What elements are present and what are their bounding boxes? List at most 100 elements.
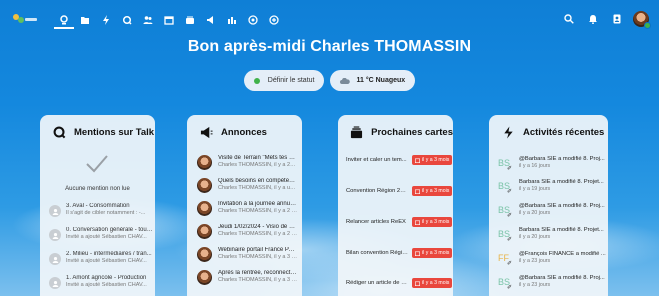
- author-avatar: [197, 178, 212, 193]
- search-icon[interactable]: [557, 11, 581, 27]
- item-subtitle: Invité a ajouté Sébastien CHAV...: [66, 258, 147, 264]
- announcement-item[interactable]: Invitation à la journée annuelle... Charl…: [197, 201, 300, 216]
- app-navigation: [54, 13, 285, 29]
- activity-time: il y a 20 jours: [519, 210, 551, 216]
- deck-icon[interactable]: [180, 13, 200, 27]
- item-subtitle: Charles THOMASSIN, il y a 23 j...: [218, 162, 298, 168]
- author-avatar: [197, 201, 212, 216]
- item-title: Jeudi 1/02/2024 - Visio de pris...: [218, 224, 298, 230]
- activity-time: il y a 23 jours: [519, 258, 551, 264]
- activity-text: @Barbara SIE a modifié 8. Proj...: [519, 156, 605, 162]
- talk-icon[interactable]: [117, 13, 137, 27]
- card-item[interactable]: Relancer articles ReEX il y a 3 mois: [346, 217, 453, 227]
- calendar-icon: [415, 189, 420, 194]
- contacts-icon[interactable]: [138, 13, 158, 27]
- author-avatar: [197, 247, 212, 262]
- notifications-icon[interactable]: [581, 11, 605, 27]
- megaphone-icon: [199, 125, 213, 139]
- set-status-label: Définir le statut: [267, 77, 315, 84]
- calendar-icon[interactable]: [159, 13, 179, 27]
- calendar-icon: [415, 281, 420, 286]
- activity-text: Barbara SIE a modifié 8. Projet...: [519, 179, 604, 185]
- due-label: il y a 3 mois: [422, 188, 450, 194]
- item-title: 1. Amont agricole - Production: [66, 275, 147, 281]
- item-title: Quels besoins en compétences...: [218, 178, 298, 184]
- talk-icon: [52, 125, 66, 139]
- status-bar: Définir le statut 11 °C Nuageux: [0, 70, 659, 91]
- item-subtitle: Charles THOMASSIN, il y a 2 m...: [218, 208, 298, 214]
- panel-title: Prochaines cartes: [371, 126, 453, 138]
- announcement-item[interactable]: Jeudi 1/02/2024 - Visio de pris... Charle…: [197, 224, 300, 239]
- greeting-title: Bon après-midi Charles THOMASSIN: [187, 38, 472, 55]
- user-avatar[interactable]: [633, 11, 651, 29]
- card-item[interactable]: Bilan convention Régio... il y a 3 mois: [346, 248, 453, 258]
- card-item[interactable]: Convention Région 2024 il y a 3 mois: [346, 186, 453, 196]
- header-right-menu: [557, 11, 651, 29]
- activity-item[interactable]: BS ✐ Barbara SIE a modifié 8. Projet... il…: [498, 179, 608, 195]
- contacts-menu-icon[interactable]: [605, 11, 629, 27]
- dashboard-icon[interactable]: [54, 13, 74, 29]
- deck-icon: [350, 125, 363, 139]
- activity-item[interactable]: BS ✐ @Barbara SIE a modifié 8. Proj... il …: [498, 203, 608, 219]
- panel-header: Activités récentes: [489, 115, 608, 149]
- calendar-icon: [415, 251, 420, 256]
- list-item[interactable]: 1. Amont agricole - Production Invité a a…: [49, 275, 153, 289]
- item-subtitle: Charles THOMASSIN, il y a 2 m...: [218, 231, 298, 237]
- activity-time: il y a 19 jours: [519, 186, 551, 192]
- weather-button[interactable]: 11 °C Nuageux: [330, 70, 416, 91]
- edit-icon: ✐: [507, 261, 513, 267]
- activity-item[interactable]: BS ✐ @Barbara SIE a modifié 8. Proj... il …: [498, 275, 608, 291]
- more-circle-icon[interactable]: [264, 13, 284, 27]
- files-icon[interactable]: [75, 13, 95, 27]
- edit-icon: ✐: [507, 285, 513, 291]
- item-title: Visite de Terrain "Mets tes bott...: [218, 155, 298, 161]
- author-avatar: [197, 224, 212, 239]
- circles-icon[interactable]: [243, 13, 263, 27]
- card-item[interactable]: Rédiger un article de p... il y a 3 mois: [346, 278, 453, 288]
- item-title: 3. Aval - Consommation: [66, 203, 130, 209]
- conversation-icon: [49, 277, 61, 289]
- item-subtitle: Invité a ajouté Sébastien CHAV...: [66, 282, 147, 288]
- card-item[interactable]: Inviter et caler un tem... il y a 3 mois: [346, 155, 453, 165]
- card-name: Convention Région 2024: [346, 188, 409, 194]
- announcement-item[interactable]: Après la rentrée, reconnecter a... Charle…: [197, 270, 300, 285]
- panel-title: Mentions sur Talk: [74, 126, 155, 138]
- online-status-dot: [644, 22, 651, 29]
- edit-icon: ✐: [507, 213, 513, 219]
- list-item[interactable]: 3. Aval - Consommation Il s'agit de cible…: [49, 203, 153, 217]
- list-item[interactable]: 2. Milieu - intermédiaires / tran... Invi…: [49, 251, 153, 265]
- card-name: Inviter et caler un tem...: [346, 157, 407, 163]
- announcement-item[interactable]: Visite de Terrain "Mets tes bott... Charl…: [197, 155, 300, 170]
- activity-item[interactable]: BS ✐ Barbara SIE a modifié 8. Projet... il…: [498, 227, 608, 243]
- announcements-icon[interactable]: [201, 13, 221, 27]
- announcement-item[interactable]: Quels besoins en compétences... Charles T…: [197, 178, 300, 193]
- set-status-button[interactable]: Définir le statut: [243, 70, 325, 91]
- activity-item[interactable]: FF ✐ @François FINANCE a modifié ... il y …: [498, 251, 608, 267]
- top-bar: [0, 0, 659, 38]
- due-label: il y a 3 mois: [422, 280, 450, 286]
- weather-label: 11 °C Nuageux: [356, 77, 406, 84]
- empty-message: Aucune mention non lue: [65, 186, 130, 192]
- panel-title: Activités récentes: [523, 126, 605, 138]
- user-initials-avatar: BS ✐: [498, 179, 515, 195]
- user-initials-avatar: BS ✐: [498, 227, 515, 243]
- user-initials-avatar: BS ✐: [498, 156, 515, 172]
- analytics-icon[interactable]: [222, 13, 242, 27]
- announcement-item[interactable]: Webinaire portail France PAT : ... Charle…: [197, 247, 300, 262]
- conversation-icon: [49, 205, 61, 217]
- item-subtitle: Charles THOMASSIN, il y a 3 m...: [218, 277, 298, 283]
- activity-icon[interactable]: [96, 13, 116, 27]
- panel-title: Annonces: [221, 126, 267, 138]
- panel-header: Annonces: [187, 115, 302, 149]
- list-item[interactable]: 0. Conversation générale - tous... Invité…: [49, 227, 153, 241]
- upcoming-cards-panel: Prochaines cartes Inviter et caler un te…: [338, 115, 453, 296]
- conversation-icon: [49, 253, 61, 265]
- card-name: Bilan convention Régio...: [346, 250, 409, 256]
- author-avatar: [197, 270, 212, 285]
- activity-text: @Barbara SIE a modifié 8. Proj...: [519, 203, 605, 209]
- activity-text: @Barbara SIE a modifié 8. Proj...: [519, 275, 605, 281]
- item-subtitle: Charles THOMASSIN, il y a 3 m...: [218, 254, 298, 260]
- activity-time: il y a 23 jours: [519, 282, 551, 288]
- activity-item[interactable]: BS ✐ @Barbara SIE a modifié 8. Proj... il …: [498, 156, 608, 172]
- app-logo[interactable]: [12, 12, 38, 26]
